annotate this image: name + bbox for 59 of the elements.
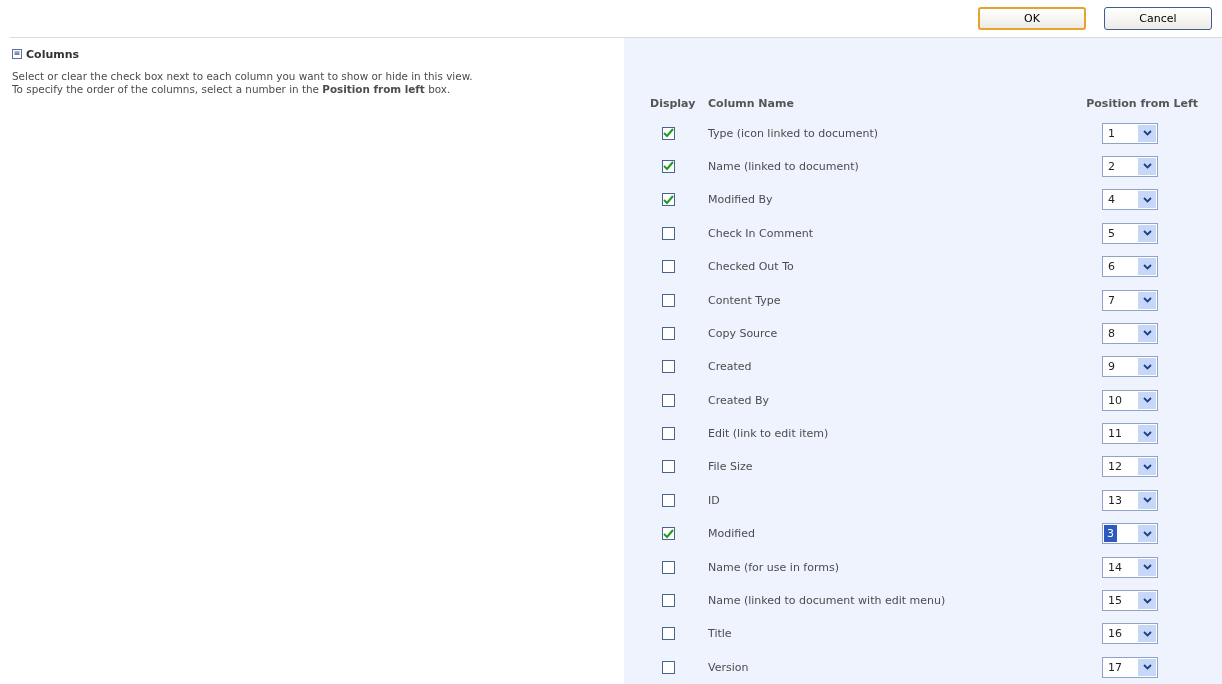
checkbox[interactable] <box>662 226 675 240</box>
column-header: Column Name <box>708 97 795 113</box>
checkbox[interactable] <box>662 594 675 607</box>
column-name: Modified By <box>708 193 773 207</box>
section-description: Select or clear the check box next to each column you want to show or hide in this view. To specify the order of the columns, select a number in the Position from left box. <box>12 69 474 96</box>
position-dropdown[interactable]: 1 <box>1102 122 1158 144</box>
position-dropdown[interactable]: 5 <box>1102 222 1158 244</box>
checkbox[interactable] <box>662 660 675 674</box>
position-dropdown[interactable]: 12 <box>1102 456 1158 478</box>
position-dropdown[interactable]: 3 <box>1102 523 1158 545</box>
column-header: Position from Left <box>1086 97 1198 113</box>
position-dropdown[interactable]: 6 <box>1102 256 1158 278</box>
position-dropdown[interactable]: 9 <box>1102 356 1158 378</box>
checkbox[interactable] <box>662 460 675 474</box>
column-name: Copy Source <box>708 326 778 340</box>
position-dropdown[interactable]: 13 <box>1102 489 1158 511</box>
column-name: Check In Comment <box>708 226 813 240</box>
column-name: Created <box>708 360 752 374</box>
position-dropdown[interactable]: 14 <box>1102 556 1158 578</box>
checkbox[interactable] <box>662 159 675 173</box>
column-name: Type (icon linked to document) <box>708 126 878 140</box>
checkbox[interactable] <box>662 560 675 574</box>
checkbox[interactable] <box>662 427 675 441</box>
position-dropdown[interactable]: 11 <box>1102 423 1158 445</box>
checkbox[interactable] <box>662 527 675 541</box>
column-name: Name (linked to document with edit menu) <box>708 594 946 607</box>
checkbox[interactable] <box>662 360 675 374</box>
cancel-button[interactable]: Cancel <box>1104 7 1212 30</box>
position-dropdown[interactable]: 16 <box>1102 623 1158 645</box>
section-title: Columns <box>26 47 80 61</box>
checkbox[interactable] <box>662 493 675 507</box>
column-name: Name (for use in forms) <box>708 560 840 574</box>
position-dropdown[interactable]: 2 <box>1102 155 1158 177</box>
column-name: Version <box>708 660 749 674</box>
column-name: Name (linked to document) <box>708 159 859 173</box>
checkbox[interactable] <box>662 260 675 274</box>
column-name: Created By <box>708 393 770 407</box>
column-name: ID <box>708 493 720 507</box>
collapse-icon[interactable] <box>12 49 22 60</box>
column-name: Modified <box>708 527 755 541</box>
column-header: Display <box>649 97 697 113</box>
ok-button[interactable]: OK <box>978 7 1086 30</box>
position-dropdown[interactable]: 8 <box>1102 322 1158 344</box>
position-dropdown[interactable]: 7 <box>1102 289 1158 311</box>
position-dropdown[interactable]: 4 <box>1102 189 1158 211</box>
column-name: Checked Out To <box>708 260 794 274</box>
column-name: Title <box>708 627 732 641</box>
column-name: Edit (link to edit item) <box>708 427 829 441</box>
checkbox[interactable] <box>662 393 675 407</box>
checkbox[interactable] <box>662 193 675 207</box>
position-dropdown[interactable]: 17 <box>1102 656 1158 678</box>
checkbox[interactable] <box>662 293 675 307</box>
column-name: File Size <box>708 460 753 474</box>
position-dropdown[interactable]: 15 <box>1102 590 1158 611</box>
checkbox[interactable] <box>662 326 675 340</box>
checkbox[interactable] <box>662 627 675 641</box>
column-name: Content Type <box>708 293 781 307</box>
position-dropdown[interactable]: 10 <box>1102 389 1158 411</box>
checkbox[interactable] <box>662 126 675 140</box>
